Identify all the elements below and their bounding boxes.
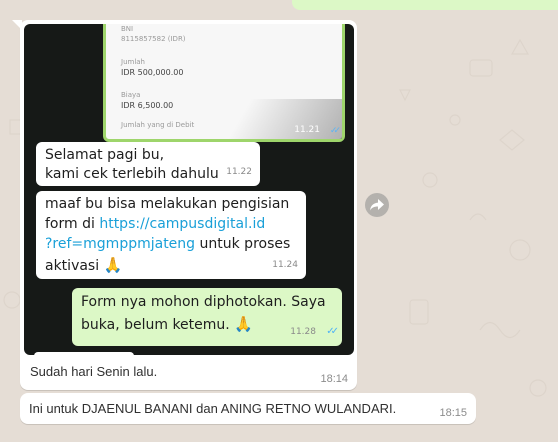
double-check-icon: ✓✓	[326, 326, 339, 337]
previous-outgoing-message	[292, 0, 558, 10]
receipt-amount: IDR 500,000.00	[121, 68, 184, 77]
receipt-account: 8115857582 (IDR)	[121, 35, 186, 43]
forward-arrow-icon	[370, 199, 384, 211]
receipt-bank: BNI	[121, 25, 134, 33]
instructions-line-2: form di	[45, 216, 100, 232]
praying-hands-icon: 🙏	[103, 256, 123, 274]
greeting-time: 11.22	[226, 167, 252, 177]
screenshot-image[interactable]: BNI 8115857582 (IDR) Jumlah IDR 500,000.…	[24, 24, 354, 355]
receipt-fee-label: Biaya	[121, 91, 141, 99]
reply-line-2: buka, belum ketemu.	[81, 317, 230, 333]
instructions-line-4: aktivasi	[45, 258, 100, 274]
bubble-tail	[12, 20, 22, 30]
receipt-time: 11.21	[294, 125, 320, 135]
cut-off-bubble	[34, 352, 134, 355]
incoming-media-message[interactable]: BNI 8115857582 (IDR) Jumlah IDR 500,000.…	[12, 20, 357, 390]
message-time: 18:14	[320, 373, 348, 385]
campusdigital-link[interactable]: https://campusdigital.id	[99, 216, 265, 232]
photo-bubble-greeting: Selamat pagi bu, kami cek terlebih dahul…	[36, 142, 260, 186]
reply-time: 11.28	[290, 327, 316, 337]
instructions-line-3: untuk proses	[195, 236, 291, 252]
praying-hands-icon: 🙏	[234, 315, 253, 333]
receipt-shadow	[202, 99, 342, 139]
photo-bubble-reply: Form nya mohon diphotokan. Saya buka, be…	[72, 288, 342, 346]
receipt-bubble: BNI 8115857582 (IDR) Jumlah IDR 500,000.…	[103, 24, 345, 142]
photo-bubble-instructions: maaf bu bisa melakukan pengisian form di…	[36, 191, 306, 279]
message-text: Ini untuk DJAENUL BANANI dan ANING RETNO…	[29, 401, 397, 416]
double-check-icon: ✓✓	[329, 126, 341, 136]
instructions-time: 11.24	[272, 260, 298, 270]
instructions-line-1: maaf bu bisa melakukan pengisian	[45, 196, 290, 212]
referral-link[interactable]: ?ref=mgmppmjateng	[45, 236, 195, 252]
receipt-amount-label: Jumlah	[121, 58, 145, 66]
receipt-fee: IDR 6,500.00	[121, 101, 174, 110]
greeting-line-1: Selamat pagi bu,	[45, 147, 165, 163]
receipt-debit-label: Jumlah yang di Debit	[121, 121, 195, 129]
reply-line-1: Form nya mohon diphotokan. Saya	[81, 294, 326, 310]
incoming-text-message[interactable]: Ini untuk DJAENUL BANANI dan ANING RETNO…	[20, 393, 476, 424]
greeting-line-2: kami cek terlebih dahulu	[45, 166, 219, 182]
media-caption: Sudah hari Senin lalu.	[30, 364, 158, 379]
message-time: 18:15	[439, 407, 467, 419]
forward-button[interactable]	[365, 193, 389, 217]
